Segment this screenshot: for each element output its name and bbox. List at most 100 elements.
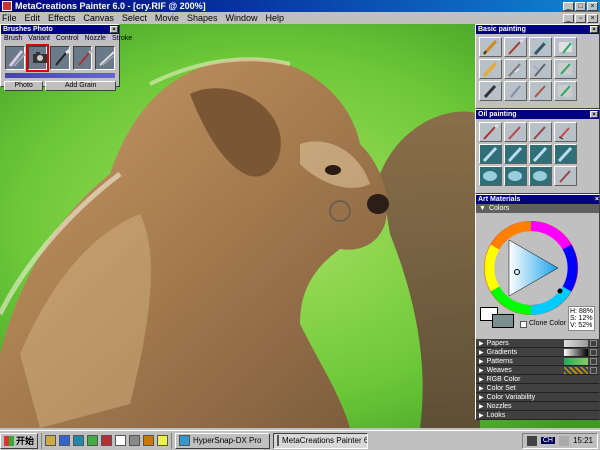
brush-tab-variant[interactable]: Variant <box>25 35 53 42</box>
menu-canvas[interactable]: Canvas <box>79 13 118 23</box>
tray-icon[interactable] <box>526 435 537 446</box>
quicklaunch-icon[interactable] <box>45 435 57 446</box>
value-value: V: 52% <box>570 322 593 329</box>
task-painter[interactable]: MetaCreations Painter 6.... <box>273 432 369 449</box>
art-materials-palette: Art Materials × ▼ Colors Clone Color H: … <box>475 194 600 420</box>
menu-window[interactable]: Window <box>221 13 261 23</box>
dodge-brush-icon[interactable] <box>50 46 72 70</box>
section-nozzles[interactable]: ▶ Nozzles <box>476 402 599 411</box>
colors-section-header[interactable]: ▼ Colors <box>476 204 599 213</box>
colors-label: Colors <box>488 205 510 212</box>
minimize-button[interactable]: _ <box>563 1 574 11</box>
airbrush-tool-icon[interactable] <box>529 37 552 57</box>
task-hypersnap[interactable]: HyperSnap-DX Pro <box>175 432 271 449</box>
brushes-palette-close-button[interactable]: × <box>110 26 118 33</box>
chalk-tool-icon[interactable] <box>504 59 527 79</box>
hsv-readout: H: 88% S: 12% V: 52% <box>568 306 595 331</box>
section-patterns[interactable]: ▶ Patterns <box>476 357 599 366</box>
outlook-icon[interactable] <box>73 435 85 446</box>
volume-icon[interactable] <box>558 435 569 446</box>
expand-triangle-icon: ▶ <box>479 376 484 383</box>
windows-logo-icon <box>4 435 14 446</box>
section-rgb-color[interactable]: ▶ RGB Color <box>476 375 599 384</box>
oil-brush-icon[interactable] <box>479 122 502 142</box>
doc-restore-button[interactable]: ▫ <box>575 13 586 23</box>
weaves-options-icon[interactable] <box>590 366 597 374</box>
charcoal-tool-icon[interactable] <box>479 81 502 101</box>
water-tool-icon[interactable] <box>504 81 527 101</box>
painter-app-icon[interactable] <box>2 1 12 11</box>
art-materials-title: Art Materials <box>478 196 521 203</box>
oil-texture-3-icon[interactable] <box>529 166 552 186</box>
app-icon[interactable] <box>101 435 113 446</box>
brush-tab-control[interactable]: Control <box>53 35 82 42</box>
menu-file[interactable]: File <box>0 13 21 23</box>
secondary-color-swatch[interactable] <box>492 314 514 328</box>
brush-tab-stroke[interactable]: Stroke <box>109 35 135 42</box>
section-looks[interactable]: ▶ Looks <box>476 411 599 420</box>
brush-variant-button[interactable]: Add Grain <box>45 81 116 91</box>
media-icon[interactable] <box>157 435 169 446</box>
cloner-tool-icon[interactable] <box>554 81 577 101</box>
photo-brush-icon[interactable] <box>25 44 50 72</box>
brush-tab-brush[interactable]: Brush <box>1 35 25 42</box>
menu-shapes[interactable]: Shapes <box>183 13 222 23</box>
start-button[interactable]: 开始 <box>0 432 39 449</box>
system-tray: CH 15:21 <box>521 432 598 449</box>
expand-triangle-icon: ▶ <box>479 394 484 401</box>
papers-options-icon[interactable] <box>590 339 597 347</box>
pencil-tool-icon[interactable] <box>479 37 502 57</box>
language-indicator[interactable]: CH <box>540 437 555 444</box>
ie-icon[interactable] <box>59 435 71 446</box>
doc-minimize-button[interactable]: _ <box>563 13 574 23</box>
oil-texture-2-icon[interactable] <box>504 166 527 186</box>
gradients-options-icon[interactable] <box>590 348 597 356</box>
section-gradients[interactable]: ▶ Gradients <box>476 348 599 357</box>
brush-variant-icon[interactable] <box>5 46 26 70</box>
section-color-set[interactable]: ▶ Color Set <box>476 384 599 393</box>
menu-help[interactable]: Help <box>261 13 288 23</box>
burn-brush-icon[interactable] <box>72 46 94 70</box>
oil-bristle-4-icon[interactable] <box>554 144 577 164</box>
basic-painting-close-button[interactable]: × <box>590 26 598 33</box>
liquid-tool-icon[interactable] <box>529 81 552 101</box>
menu-select[interactable]: Select <box>118 13 151 23</box>
patterns-options-icon[interactable] <box>590 357 597 365</box>
brush-tool-icon[interactable] <box>504 37 527 57</box>
brushes-palette-title: Brushes Photo <box>3 26 53 33</box>
brush-category-button[interactable]: Photo <box>4 81 44 91</box>
oil-knife-icon[interactable] <box>554 122 577 142</box>
folder-icon[interactable] <box>143 435 155 446</box>
eraser-tool-icon[interactable] <box>554 37 577 57</box>
blender-tool-icon[interactable] <box>554 59 577 79</box>
scratch-brush-icon[interactable] <box>95 46 116 70</box>
art-materials-close-button[interactable]: × <box>595 196 599 203</box>
clone-color-checkbox[interactable] <box>520 321 527 328</box>
expand-triangle-icon: ▶ <box>479 403 484 410</box>
notepad-icon[interactable] <box>115 435 127 446</box>
oil-round-icon[interactable] <box>529 122 552 142</box>
oil-flat-icon[interactable] <box>504 122 527 142</box>
section-color-variability[interactable]: ▶ Color Variability <box>476 393 599 402</box>
brush-tab-nozzle[interactable]: Nozzle <box>82 35 109 42</box>
collapse-triangle-icon: ▼ <box>479 205 486 212</box>
doc-close-button[interactable]: × <box>587 13 598 23</box>
oil-texture-icon[interactable] <box>479 166 502 186</box>
menu-edit[interactable]: Edit <box>21 13 45 23</box>
oil-bristle-icon[interactable] <box>479 144 502 164</box>
desktop-icon[interactable] <box>87 435 99 446</box>
oil-bristle-2-icon[interactable] <box>504 144 527 164</box>
menu-effects[interactable]: Effects <box>44 13 79 23</box>
section-papers[interactable]: ▶ Papers <box>476 339 599 348</box>
oil-bristle-3-icon[interactable] <box>529 144 552 164</box>
marker-tool-icon[interactable] <box>479 59 502 79</box>
oil-painting-close-button[interactable]: × <box>590 111 598 118</box>
saturation-value: S: 12% <box>570 315 593 322</box>
pastel-tool-icon[interactable] <box>529 59 552 79</box>
close-button[interactable]: × <box>587 1 598 11</box>
explorer-icon[interactable] <box>129 435 141 446</box>
menu-movie[interactable]: Movie <box>151 13 183 23</box>
maximize-button[interactable]: □ <box>575 1 586 11</box>
oil-detail-icon[interactable] <box>554 166 577 186</box>
section-weaves[interactable]: ▶ Weaves <box>476 366 599 375</box>
